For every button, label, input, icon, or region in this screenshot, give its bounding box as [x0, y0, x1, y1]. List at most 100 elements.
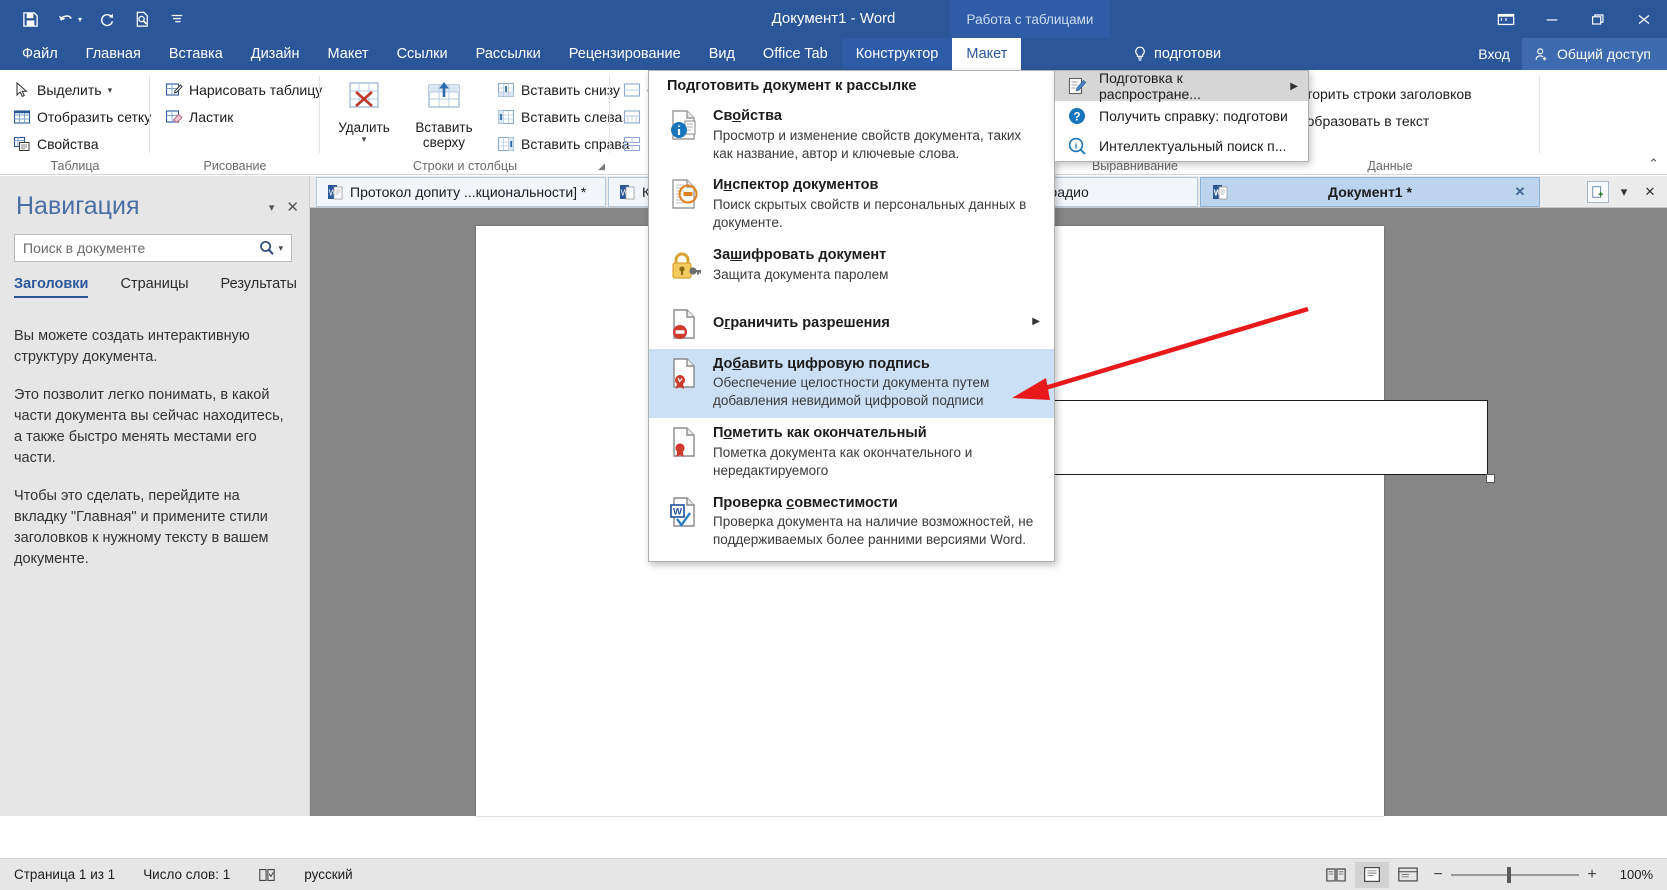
select-button[interactable]: Выделить ▾	[8, 76, 156, 103]
menu-item-properties[interactable]: Свойства Просмотр и изменение свойств до…	[649, 101, 1054, 170]
view-gridlines-button[interactable]: Отобразить сетку	[8, 103, 156, 130]
customize-qat-icon[interactable]	[161, 4, 193, 34]
doc-tab-3[interactable]: W Документ1 * ✕	[1200, 176, 1540, 207]
menu-item-encrypt-document-title: Зашифровать документ	[713, 246, 887, 263]
navigation-search-box[interactable]: ▾	[14, 234, 292, 262]
delete-caret-icon[interactable]: ▾	[362, 135, 367, 144]
tab-insert[interactable]: Вставка	[155, 38, 237, 70]
collapse-ribbon-icon[interactable]: ⌃	[1648, 156, 1659, 172]
search-input[interactable]	[15, 235, 259, 261]
tell-me-box[interactable]: подготови	[1133, 38, 1221, 70]
undo-icon[interactable]	[49, 4, 81, 34]
menu-item-document-inspector-desc: Поиск скрытых свойств и персональных дан…	[713, 197, 1027, 231]
menu-item-restrict-permissions-title: Ограничить разрешения	[713, 314, 890, 331]
new-tab-icon[interactable]	[1587, 180, 1609, 203]
save-icon[interactable]	[14, 4, 46, 34]
insert-below-label: Вставить снизу	[521, 81, 621, 98]
select-caret-icon[interactable]: ▾	[108, 85, 113, 94]
tab-office-tab[interactable]: Office Tab	[749, 38, 842, 70]
ribbon-group-draw: Нарисовать таблицу Ластик Рисование	[150, 70, 322, 175]
menu-item-compatibility-checker[interactable]: W Проверка совместимости Проверка докуме…	[649, 488, 1054, 561]
minimize-icon[interactable]	[1529, 0, 1575, 38]
tab-review[interactable]: Рецензирование	[555, 38, 695, 70]
table-properties-button[interactable]: Свойства	[8, 130, 156, 157]
document-inspector-icon	[672, 179, 698, 210]
tell-me-item-smart-lookup[interactable]: i Интеллектуальный поиск п...	[1055, 131, 1308, 161]
close-all-tabs-icon[interactable]: ✕	[1639, 181, 1661, 203]
menu-item-properties-title: Свойства	[713, 108, 782, 124]
nav-tab-pages[interactable]: Страницы	[120, 276, 188, 298]
tell-me-item-prepare-for-sharing[interactable]: Подготовка к распростране... ▶	[1055, 70, 1308, 102]
status-language[interactable]: русский	[290, 867, 366, 882]
nav-paragraph-3: Чтобы это сделать, перейдите на вкладку …	[14, 488, 269, 568]
share-button[interactable]: Общий доступ	[1521, 38, 1667, 70]
menu-item-restrict-permissions[interactable]: Ограничить разрешения ▶	[649, 300, 1054, 349]
menu-item-document-inspector[interactable]: Инспектор документов Поиск скрытых свойс…	[649, 170, 1054, 239]
eraser-button[interactable]: Ластик	[160, 103, 327, 130]
tab-home[interactable]: Главная	[72, 38, 155, 70]
close-tab-icon[interactable]: ✕	[1515, 184, 1526, 200]
search-icon[interactable]	[258, 239, 276, 257]
ribbon-display-options-icon[interactable]	[1483, 0, 1529, 38]
status-bar: Страница 1 из 1 Число слов: 1 русский −	[0, 858, 1667, 890]
navigation-empty-state: Вы можете создать интерактивную структур…	[14, 326, 284, 587]
tab-table-layout[interactable]: Макет	[952, 38, 1022, 70]
tab-layout[interactable]: Макет	[314, 38, 383, 70]
menu-item-add-digital-signature[interactable]: Добавить цифровую подпись Обеспечение це…	[649, 348, 1054, 419]
insert-above-icon	[428, 82, 460, 108]
undo-caret-icon[interactable]: ▾	[78, 4, 88, 34]
delete-button[interactable]: Удалить ▾	[328, 74, 400, 150]
status-proofing[interactable]	[244, 867, 290, 883]
tab-mailings[interactable]: Рассылки	[462, 38, 555, 70]
nav-tab-results[interactable]: Результаты	[221, 276, 297, 298]
zoom-in-button[interactable]: +	[1581, 866, 1603, 884]
nav-paragraph-1: Вы можете создать интерактивную структур…	[14, 328, 250, 366]
insert-above-button[interactable]: Вставить сверху	[402, 74, 486, 150]
view-gridlines-label: Отобразить сетку	[37, 108, 152, 125]
sign-in-link[interactable]: Вход	[1466, 38, 1522, 70]
doc-tab-0-label: Протокол допиту ...кциональности] *	[350, 183, 587, 200]
table-properties-label: Свойства	[37, 135, 99, 152]
redo-icon[interactable]	[91, 4, 123, 34]
navigation-options-caret-icon[interactable]: ▾	[269, 201, 275, 214]
tab-view[interactable]: Вид	[695, 38, 749, 70]
menu-item-mark-as-final[interactable]: Пометить как окончательный Пометка докум…	[649, 418, 1054, 487]
zoom-level-label[interactable]: 100%	[1605, 867, 1653, 882]
menu-item-mark-as-final-text: Пометить как окончательный Пометка докум…	[713, 424, 1044, 479]
tab-references[interactable]: Ссылки	[383, 38, 462, 70]
tab-list-caret-icon[interactable]: ▾	[1613, 181, 1635, 203]
zoom-out-button[interactable]: −	[1427, 866, 1449, 884]
nav-tab-headings[interactable]: Заголовки	[14, 276, 89, 298]
restore-icon[interactable]	[1575, 0, 1621, 38]
rows-columns-dialog-launcher[interactable]: ◢	[598, 161, 605, 172]
tell-me-value: подготови	[1154, 46, 1222, 62]
read-mode-icon[interactable]	[1319, 862, 1353, 888]
office-tab-controls: ▾ ✕	[1587, 180, 1667, 203]
draw-table-button[interactable]: Нарисовать таблицу	[160, 76, 327, 103]
table-properties-icon	[13, 136, 30, 151]
web-layout-icon[interactable]	[1391, 862, 1425, 888]
status-page-info[interactable]: Страница 1 из 1	[0, 867, 129, 882]
search-options-caret-icon[interactable]: ▾	[278, 243, 291, 254]
tab-table-design[interactable]: Конструктор	[841, 38, 953, 70]
tell-me-item-get-help[interactable]: ? Получить справку: подготови	[1055, 101, 1308, 131]
insert-above-label: Вставить сверху	[415, 120, 473, 151]
close-navigation-icon[interactable]: ✕	[286, 198, 299, 216]
tab-file[interactable]: Файл	[8, 38, 72, 70]
restrict-permissions-icon	[673, 308, 695, 339]
group-label-rows-columns: Строки и столбцы	[412, 159, 518, 173]
doc-tab-0[interactable]: W Протокол допиту ...кциональности] *	[316, 176, 606, 207]
menu-item-encrypt-document[interactable]: Зашифровать документ Защита документа па…	[649, 240, 1054, 292]
tab-design[interactable]: Дизайн	[237, 38, 314, 70]
group-separator	[1539, 76, 1540, 153]
close-icon[interactable]	[1621, 0, 1667, 38]
print-preview-icon[interactable]	[126, 4, 158, 34]
draw-table-label: Нарисовать таблицу	[189, 81, 323, 98]
zoom-slider-thumb[interactable]	[1507, 866, 1511, 883]
status-word-count[interactable]: Число слов: 1	[129, 867, 244, 882]
table-resize-handle[interactable]	[1486, 474, 1495, 483]
svg-text:?: ?	[1073, 112, 1080, 124]
tell-me-item-smart-lookup-label: Интеллектуальный поиск п...	[1099, 138, 1287, 154]
print-layout-icon[interactable]	[1355, 861, 1389, 888]
zoom-slider[interactable]	[1451, 862, 1579, 888]
